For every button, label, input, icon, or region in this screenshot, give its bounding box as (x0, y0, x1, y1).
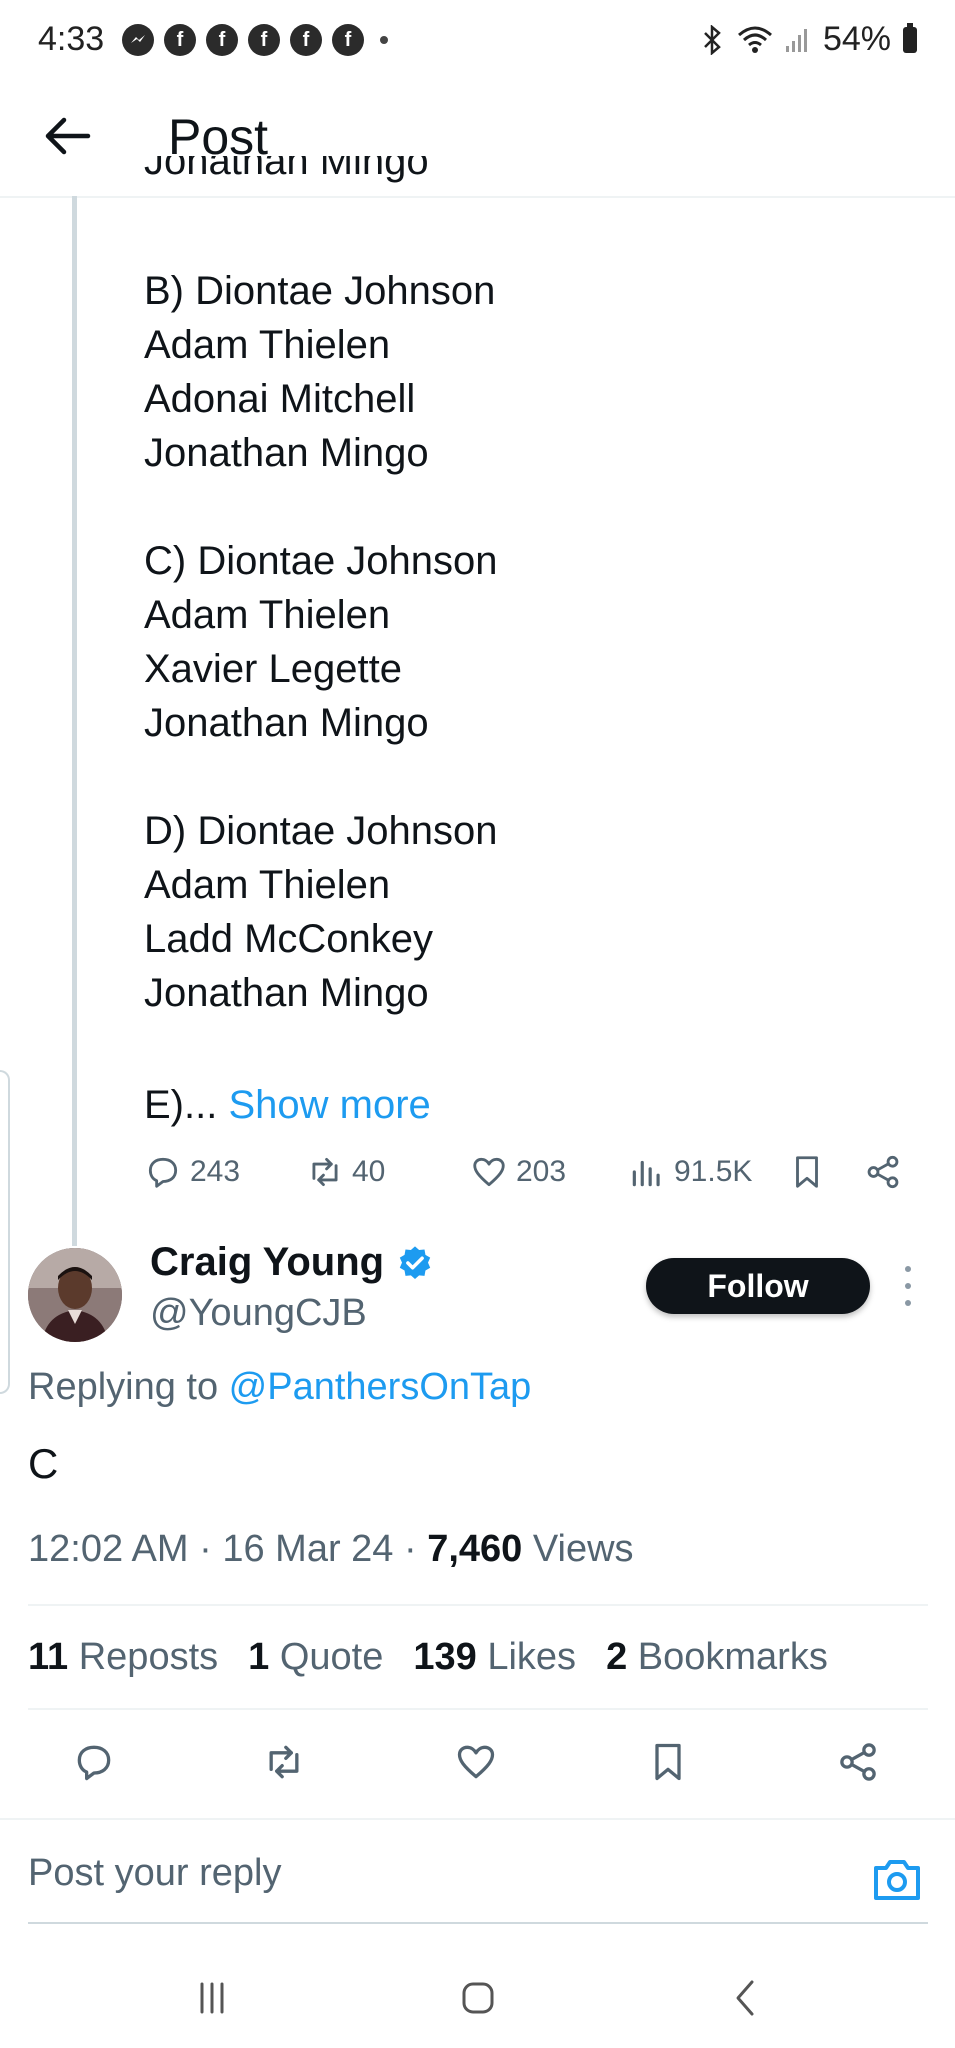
replying-prefix: Replying to (28, 1366, 229, 1408)
reply-icon (77, 1745, 111, 1781)
replying-to-link[interactable]: @PanthersOnTap (229, 1366, 532, 1408)
follow-button[interactable]: Follow (646, 1258, 870, 1314)
author-handle[interactable]: @YoungCJB (150, 1292, 367, 1335)
repost-icon (269, 1745, 299, 1779)
reply-bar-divider (0, 1818, 955, 1820)
views-label: Views (532, 1528, 634, 1570)
reply-button[interactable] (72, 1740, 116, 1784)
share-button[interactable] (836, 1740, 880, 1784)
truncated-text: E)... (144, 1083, 218, 1127)
likes-stat[interactable]: 139 Likes (413, 1636, 576, 1679)
status-bar: 4:33 f f f f f 54% (0, 0, 955, 84)
wifi-icon (737, 26, 772, 53)
thread-line (72, 196, 77, 1246)
share-icon (840, 1743, 876, 1781)
bookmarks-stat[interactable]: 2 Bookmarks (606, 1636, 828, 1679)
messenger-icon (122, 24, 154, 56)
share-icon (867, 1155, 899, 1189)
repost-action[interactable]: 40 (306, 1152, 385, 1192)
avatar[interactable] (28, 1248, 122, 1342)
camera-icon[interactable] (872, 1856, 922, 1902)
bookmark-action[interactable] (788, 1152, 826, 1192)
share-action[interactable] (864, 1152, 902, 1192)
facebook-icon: f (206, 24, 238, 56)
recent-apps-icon[interactable] (182, 1972, 242, 2024)
heart-icon (457, 1745, 495, 1779)
heart-icon (473, 1157, 505, 1187)
reply-text: C (28, 1440, 59, 1487)
battery-icon (903, 22, 917, 53)
show-more-row: E)... Show more (144, 1078, 431, 1132)
reply-icon (148, 1157, 178, 1188)
status-right: 54% (699, 20, 917, 59)
reply-action[interactable]: 243 (144, 1152, 240, 1192)
post-meta: 12:02 AM · 16 Mar 24 · 7,460 Views (28, 1528, 634, 1570)
views-total: 7,460 (427, 1528, 523, 1570)
facebook-icon: f (290, 24, 322, 56)
repost-icon (312, 1157, 338, 1187)
like-button[interactable] (454, 1740, 498, 1784)
divider (28, 1708, 928, 1710)
back-nav-icon[interactable] (716, 1972, 776, 2024)
post-time: 12:02 AM (28, 1528, 189, 1570)
bluetooth-icon (704, 24, 721, 55)
partial-top-line: Jonathan Mingo (144, 156, 429, 183)
author-name: Craig Young (150, 1240, 385, 1284)
repost-count: 40 (352, 1155, 386, 1188)
post-date: 16 Mar 24 (222, 1528, 394, 1570)
views-count: 91.5K (674, 1155, 753, 1188)
verified-badge-icon (399, 1245, 431, 1279)
more-notifications-dot (380, 36, 388, 44)
notification-icons: f f f f f (122, 24, 388, 56)
battery-percent: 54% (822, 20, 891, 58)
more-options-icon[interactable] (896, 1266, 920, 1306)
analytics-icon (632, 1160, 660, 1187)
quote-stat[interactable]: 1 Quote (248, 1636, 383, 1679)
scroll-edge (0, 1070, 10, 1394)
back-arrow-icon[interactable] (40, 106, 100, 166)
bookmark-button[interactable] (646, 1740, 690, 1784)
reply-input-underline (28, 1922, 928, 1924)
replying-to: Replying to @PanthersOnTap (28, 1366, 531, 1409)
repost-button[interactable] (262, 1740, 306, 1784)
like-count: 203 (516, 1155, 567, 1188)
engagement-stats: 11 Reposts 1 Quote 139 Likes 2 Bookmarks (28, 1636, 828, 1679)
status-time: 4:33 (38, 20, 105, 58)
facebook-icon: f (332, 24, 364, 56)
bookmark-icon (655, 1743, 681, 1781)
divider (28, 1604, 928, 1606)
author-name-row[interactable]: Craig Young (150, 1240, 434, 1285)
reposts-stat[interactable]: 11 Reposts (28, 1636, 218, 1679)
bookmark-icon (796, 1156, 818, 1188)
like-action[interactable]: 203 (470, 1152, 566, 1192)
views-action[interactable]: 91.5K (628, 1152, 752, 1192)
partial-line-clip: Jonathan Mingo (144, 156, 844, 196)
home-icon[interactable] (448, 1972, 508, 2024)
reply-count: 243 (190, 1155, 241, 1188)
signal-icon (785, 28, 807, 52)
facebook-icon: f (248, 24, 280, 56)
reply-input[interactable] (28, 1852, 828, 1895)
show-more-link[interactable]: Show more (228, 1083, 430, 1127)
post-text: B) Diontae Johnson Adam Thielen Adonai M… (144, 269, 498, 1015)
facebook-icon: f (164, 24, 196, 56)
